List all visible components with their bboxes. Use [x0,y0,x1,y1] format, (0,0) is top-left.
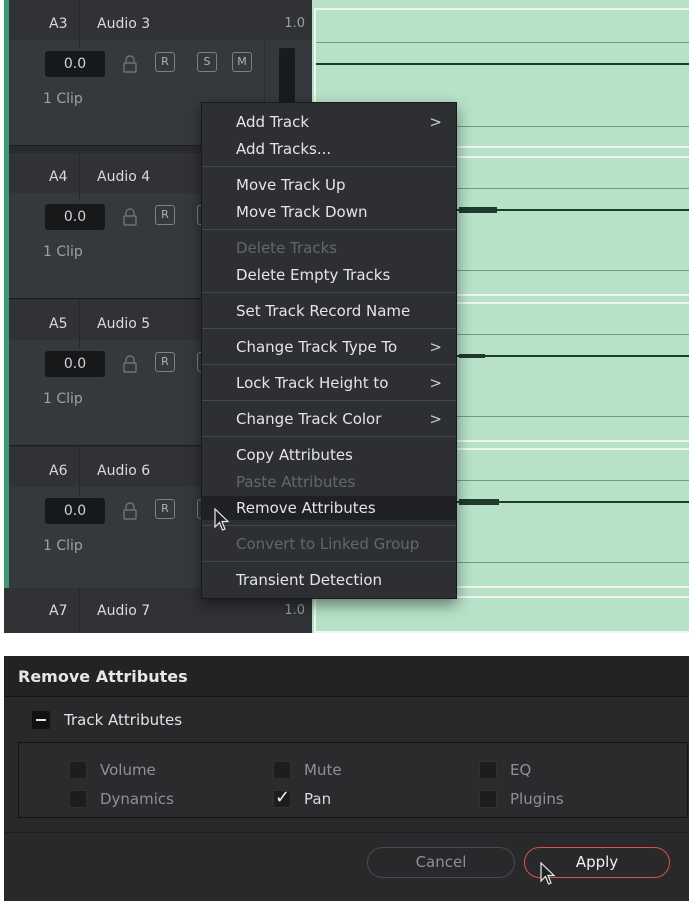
lock-icon[interactable] [123,355,137,373]
track-volume-field[interactable]: 0.0 [45,351,105,377]
mute-checkbox[interactable] [273,761,291,779]
menu-item-add-track[interactable]: Add Track > [202,110,456,134]
dialog-title: Remove Attributes [18,667,188,686]
track-clip-count: 1 Clip [43,538,83,554]
cancel-button[interactable]: Cancel [367,847,515,878]
menu-separator [202,364,456,365]
mute-button[interactable]: M [232,52,252,72]
track-id: A6 [49,463,68,479]
menu-item-delete-tracks: Delete Tracks [236,239,338,257]
track-name[interactable]: Audio 6 [97,463,150,479]
pointer-cursor-icon [214,508,230,531]
menu-item-change-track-type[interactable]: Change Track Type To > [202,335,456,359]
track-id: A4 [49,169,68,185]
track-id: A7 [49,603,68,619]
menu-item-add-tracks[interactable]: Add Tracks... [202,137,456,161]
plugins-checkbox[interactable] [479,790,497,808]
track-volume-field[interactable]: 0.0 [45,498,105,524]
track-clip-count: 1 Clip [43,91,83,107]
track-id-cell: A6 [9,447,80,495]
pan-checkbox[interactable] [273,787,291,808]
menu-separator [202,561,456,562]
lock-icon[interactable] [123,502,137,520]
submenu-arrow-icon: > [429,113,442,131]
solo-button[interactable]: S [197,52,217,72]
track-attributes-label: Track Attributes [64,711,183,729]
dialog-separator [4,832,689,833]
menu-separator [202,292,456,293]
record-arm-button[interactable]: R [155,352,175,372]
menu-item-remove-attributes[interactable]: Remove Attributes [202,496,456,520]
track-name[interactable]: Audio 7 [97,603,150,619]
track-id: A3 [49,16,68,32]
lock-icon[interactable] [123,208,137,226]
track-id-cell: A5 [9,300,80,348]
pointer-cursor-icon [540,862,556,885]
menu-separator [202,328,456,329]
record-arm-button[interactable]: R [155,52,175,72]
track-volume-field[interactable]: 0.0 [45,51,105,77]
track-name[interactable]: Audio 5 [97,316,150,332]
menu-separator [202,166,456,167]
menu-item-paste-attributes: Paste Attributes [236,473,356,491]
menu-item-delete-empty-tracks[interactable]: Delete Empty Tracks [202,263,456,287]
lock-icon[interactable] [123,55,137,73]
dynamics-checkbox[interactable] [69,790,87,808]
track-id-cell: A4 [9,153,80,201]
record-arm-button[interactable]: R [155,205,175,225]
audio-waveform [316,63,689,65]
menu-item-set-track-record-name[interactable]: Set Track Record Name [202,299,456,323]
track-clip-count: 1 Clip [43,244,83,260]
menu-separator [202,229,456,230]
track-level: 1.0 [284,603,305,618]
submenu-arrow-icon: > [429,338,442,356]
menu-separator [202,400,456,401]
track-clip-count: 1 Clip [43,391,83,407]
menu-item-convert-to-linked-group: Convert to Linked Group [236,535,420,553]
dialog-title-bar: Remove Attributes [4,656,689,697]
menu-item-change-track-color[interactable]: Change Track Color > [202,407,456,431]
record-arm-button[interactable]: R [155,499,175,519]
volume-checkbox[interactable] [69,761,87,779]
track-context-menu: Add Track > Add Tracks... Move Track Up … [201,102,457,599]
audio-clip[interactable] [314,596,689,633]
menu-separator [202,525,456,526]
menu-item-copy-attributes[interactable]: Copy Attributes [202,443,456,467]
submenu-arrow-icon: > [429,410,442,428]
track-volume-field[interactable]: 0.0 [45,204,105,230]
track-id: A5 [49,316,68,332]
remove-attributes-dialog: Remove Attributes Track Attributes Volum… [4,656,689,901]
track-level: 1.0 [284,16,305,31]
menu-separator [202,436,456,437]
submenu-arrow-icon: > [429,374,442,392]
track-id-cell: A3 [9,0,80,48]
menu-item-lock-track-height[interactable]: Lock Track Height to > [202,371,456,395]
track-name[interactable]: Audio 4 [97,169,150,185]
menu-item-move-track-up[interactable]: Move Track Up [202,173,456,197]
eq-checkbox[interactable] [479,761,497,779]
menu-item-move-track-down[interactable]: Move Track Down [202,200,456,224]
track-name[interactable]: Audio 3 [97,16,150,32]
collapse-minus-icon[interactable] [32,711,50,729]
menu-item-transient-detection[interactable]: Transient Detection [202,568,456,592]
attribute-options-box: Volume Mute EQ Dynamics Pan Plugins [18,742,688,818]
